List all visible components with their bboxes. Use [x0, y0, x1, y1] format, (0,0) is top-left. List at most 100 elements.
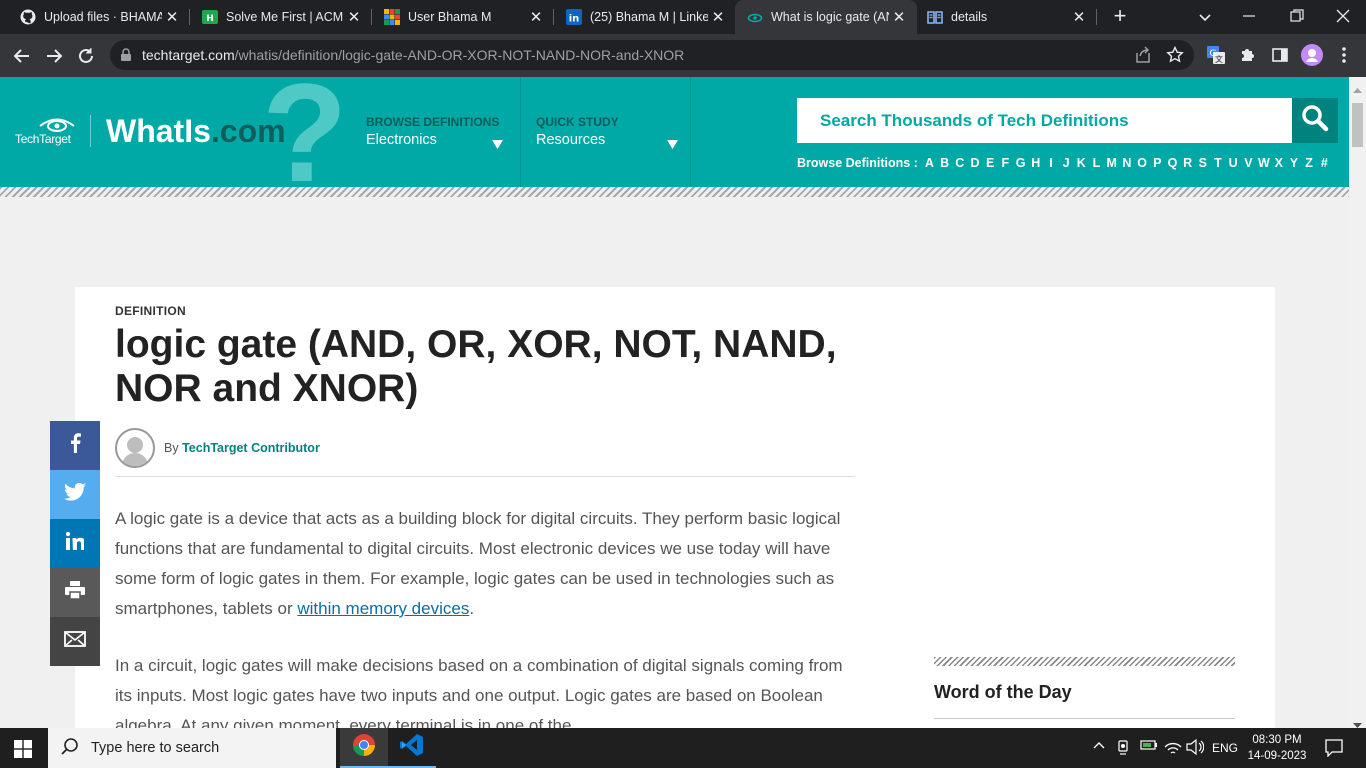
address-bar[interactable]: techtarget.com/whatis/definition/logic-g…	[110, 40, 1194, 70]
share-facebook-button[interactable]	[50, 421, 100, 470]
site-header: TechTarget ? WhatIs.com BROWSE DEFINITIO…	[0, 77, 1349, 187]
tab-close-icon[interactable]: ✕	[708, 8, 728, 26]
wifi-icon[interactable]	[1164, 739, 1182, 755]
email-button[interactable]	[50, 617, 100, 666]
tray-overflow-chevron-icon[interactable]	[1093, 741, 1105, 749]
browse-letter-f[interactable]: F	[1000, 156, 1011, 170]
memory-devices-link[interactable]: within memory devices	[297, 599, 469, 618]
browse-letter-m[interactable]: M	[1106, 156, 1117, 170]
share-linkedin-button[interactable]	[50, 519, 100, 568]
search-icon	[1301, 104, 1329, 137]
divider	[115, 476, 855, 477]
vscode-icon	[400, 733, 424, 762]
browse-letter-k[interactable]: K	[1076, 156, 1087, 170]
paragraph-1-text: A logic gate is a device that acts as a …	[115, 509, 841, 618]
search-button[interactable]	[1292, 98, 1338, 143]
translate-icon[interactable]: G文	[1203, 42, 1229, 68]
volume-icon[interactable]	[1186, 739, 1204, 755]
browse-letter-g[interactable]: G	[1015, 156, 1026, 170]
bookmark-star-icon[interactable]	[1166, 45, 1184, 69]
windows-start-icon[interactable]	[14, 740, 32, 763]
browse-letter-u[interactable]: U	[1228, 156, 1239, 170]
browse-letter-q[interactable]: Q	[1167, 156, 1178, 170]
tab-details[interactable]: details ✕	[917, 0, 1097, 34]
tab-whatis-active[interactable]: What is logic gate (AN ✕	[735, 0, 917, 34]
browse-letter-l[interactable]: L	[1091, 156, 1102, 170]
quick-study-label: QUICK STUDY	[536, 115, 619, 129]
taskbar-vscode-button[interactable]	[388, 728, 436, 768]
minimize-icon[interactable]	[1242, 9, 1256, 23]
whatis-logo[interactable]: WhatIs.com	[106, 113, 286, 150]
tab-close-icon[interactable]: ✕	[889, 8, 909, 26]
browse-letter-i[interactable]: I	[1045, 156, 1056, 170]
browse-letter-s[interactable]: S	[1197, 156, 1208, 170]
scrollbar-thumb[interactable]	[1352, 103, 1363, 147]
svg-text:H: H	[206, 14, 214, 24]
facebook-icon	[69, 433, 81, 458]
browse-letter-v[interactable]: V	[1243, 156, 1254, 170]
quick-study-dropdown[interactable]: QUICK STUDY Resources	[536, 115, 680, 151]
browse-letters-label: Browse Definitions :	[797, 156, 918, 170]
taskbar-chrome-button[interactable]	[340, 728, 388, 768]
tab-github[interactable]: Upload files · BHAMA ✕	[0, 0, 190, 34]
browse-letter-p[interactable]: P	[1152, 156, 1163, 170]
reload-icon[interactable]	[72, 42, 100, 70]
definitions-search-input[interactable]: Search Thousands of Tech Definitions	[797, 98, 1292, 143]
tab-linkedin[interactable]: in (25) Bhama M | Linked ✕	[546, 0, 736, 34]
profile-avatar-icon[interactable]	[1299, 42, 1325, 68]
meet-now-icon[interactable]	[1116, 739, 1130, 755]
author-link[interactable]: TechTarget Contributor	[182, 441, 320, 455]
forward-arrow-icon[interactable]	[40, 42, 68, 70]
printer-icon	[65, 581, 85, 604]
browser-toolbar: techtarget.com/whatis/definition/logic-g…	[0, 34, 1366, 77]
battery-icon[interactable]	[1140, 739, 1158, 751]
new-tab-button[interactable]: +	[1108, 5, 1132, 29]
side-panel-icon[interactable]	[1267, 42, 1293, 68]
word-of-the-day-heading: Word of the Day	[934, 682, 1072, 702]
svg-text:in: in	[569, 14, 580, 25]
browse-letter-w[interactable]: W	[1258, 156, 1270, 170]
tab-user-profile[interactable]: User Bhama M ✕	[364, 0, 554, 34]
browse-label: BROWSE DEFINITIONS	[366, 115, 500, 129]
browse-letter-x[interactable]: X	[1273, 156, 1284, 170]
lock-icon[interactable]	[120, 48, 132, 67]
tab-close-icon[interactable]: ✕	[1069, 8, 1089, 26]
browse-letter-c[interactable]: C	[954, 156, 965, 170]
browse-letter-a[interactable]: A	[924, 156, 935, 170]
tab-close-icon[interactable]: ✕	[162, 8, 182, 26]
tab-hackerrank[interactable]: H Solve Me First | ACM C ✕	[182, 0, 372, 34]
browse-letter-y[interactable]: Y	[1288, 156, 1299, 170]
browse-letter-b[interactable]: B	[939, 156, 950, 170]
browse-letter-e[interactable]: E	[985, 156, 996, 170]
more-menu-icon[interactable]	[1331, 42, 1357, 68]
taskbar-search-input[interactable]: Type here to search	[48, 728, 336, 768]
share-page-icon[interactable]	[1134, 46, 1152, 69]
close-window-icon[interactable]	[1336, 9, 1350, 23]
browse-letter-j[interactable]: J	[1061, 156, 1072, 170]
restore-icon[interactable]	[1290, 9, 1304, 23]
browse-letter-hash[interactable]: #	[1319, 156, 1330, 170]
linkedin-icon: in	[566, 9, 582, 25]
browse-letter-n[interactable]: N	[1121, 156, 1132, 170]
taskbar-search-placeholder: Type here to search	[91, 740, 220, 756]
language-indicator[interactable]: ENG	[1212, 741, 1238, 755]
page-scrollbar[interactable]	[1349, 77, 1366, 728]
browse-letter-d[interactable]: D	[969, 156, 980, 170]
clock[interactable]: 08:30 PM 14-09-2023	[1247, 732, 1307, 764]
browse-alphabet: Browse Definitions : ABCDEFGHIJKLMNOPQRS…	[797, 156, 1330, 170]
browse-letter-r[interactable]: R	[1182, 156, 1193, 170]
share-twitter-button[interactable]	[50, 470, 100, 519]
print-button[interactable]	[50, 568, 100, 617]
notification-center-icon[interactable]	[1325, 739, 1343, 757]
browse-definitions-dropdown[interactable]: BROWSE DEFINITIONS Electronics	[366, 115, 506, 151]
tab-search-icon[interactable]	[1196, 8, 1214, 26]
back-arrow-icon[interactable]	[8, 42, 36, 70]
tab-close-icon[interactable]: ✕	[344, 8, 364, 26]
browse-letter-o[interactable]: O	[1136, 156, 1147, 170]
browse-letter-z[interactable]: Z	[1304, 156, 1315, 170]
extensions-puzzle-icon[interactable]	[1235, 42, 1261, 68]
scroll-up-arrow-icon[interactable]	[1353, 80, 1362, 98]
tab-close-icon[interactable]: ✕	[526, 8, 546, 26]
browse-letter-t[interactable]: T	[1212, 156, 1223, 170]
browse-letter-h[interactable]: H	[1030, 156, 1041, 170]
